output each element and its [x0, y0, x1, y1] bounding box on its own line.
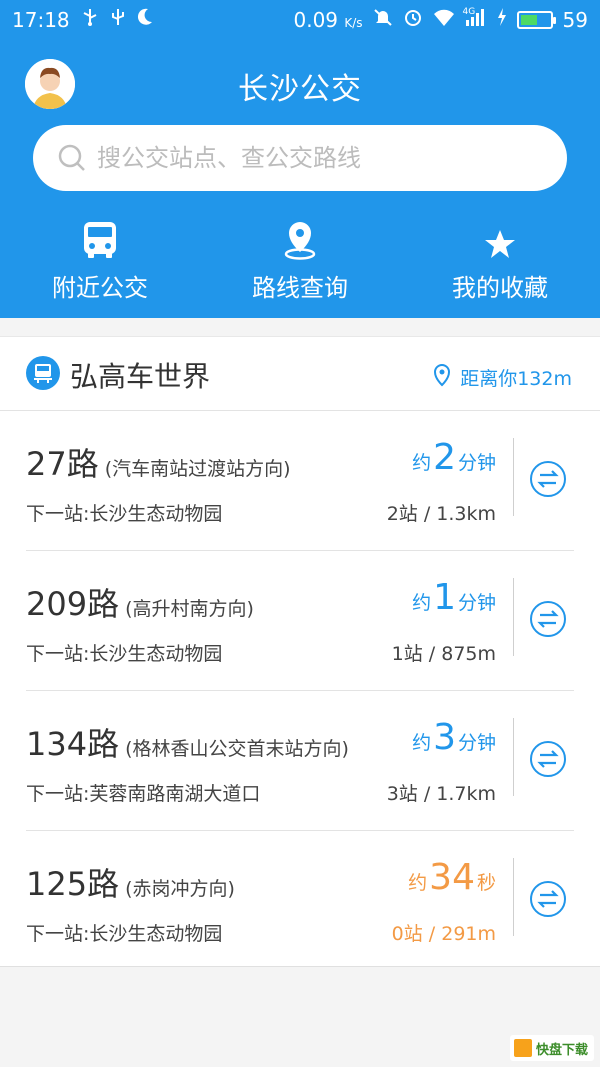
wifi-icon [433, 7, 455, 33]
switch-direction-icon[interactable] [530, 881, 566, 917]
search-input[interactable] [97, 144, 537, 172]
app-header: 17:18 0.09 K/s 4G 59 长沙公交 搜公交站点、查公交路线 附近… [0, 0, 600, 318]
nearby-stop-card: 弘高车世界 距离你132m 27路 (汽车南站过渡站方向) 下一站:长沙生态动物… [0, 336, 600, 967]
route-eta: 约 1 分钟 [412, 577, 496, 618]
route-item[interactable]: 27路 (汽车南站过渡站方向) 下一站:长沙生态动物园 约 2 分钟 2站 / 1.… [0, 411, 600, 551]
location-outline-icon [432, 363, 452, 392]
route-number: 27路 [26, 445, 99, 483]
route-direction: (汽车南站过渡站方向) [104, 458, 291, 480]
alarm-icon [403, 7, 423, 33]
moon-icon [136, 7, 154, 33]
next-stop: 下一站:长沙生态动物园 [26, 923, 223, 945]
switch-direction-icon[interactable] [530, 741, 566, 777]
route-direction: (格林香山公交首末站方向) [125, 738, 349, 760]
route-item[interactable]: 134路 (格林香山公交首末站方向) 下一站:芙蓉南路南湖大道口 约 3 分钟 3站… [0, 691, 600, 831]
route-eta: 约 2 分钟 [412, 437, 496, 478]
mute-icon [373, 7, 393, 33]
switch-direction-icon[interactable] [530, 461, 566, 497]
stops-distance: 1站 / 875m [391, 643, 496, 665]
stops-distance: 2站 / 1.3km [386, 503, 496, 525]
usb-icon [80, 7, 100, 33]
divider [513, 438, 514, 516]
nav-route-query[interactable]: 路线查询 [200, 222, 400, 312]
route-direction: (赤岗冲方向) [125, 878, 235, 900]
location-pin-icon [283, 220, 317, 264]
battery-icon [516, 11, 556, 29]
switch-direction-icon[interactable] [530, 601, 566, 637]
stop-header[interactable]: 弘高车世界 距离你132m [0, 337, 600, 411]
bus-icon [80, 220, 120, 264]
route-direction: (高升村南方向) [125, 598, 254, 620]
next-stop: 下一站:长沙生态动物园 [26, 503, 223, 525]
route-number: 209路 [26, 585, 120, 623]
route-item[interactable]: 209路 (高升村南方向) 下一站:长沙生态动物园 约 1 分钟 1站 / 875m [0, 551, 600, 691]
route-number: 134路 [26, 725, 120, 763]
battery-level: 59 [562, 8, 588, 32]
charging-icon [497, 7, 507, 33]
app-title: 长沙公交 [238, 72, 362, 107]
route-item[interactable]: 125路 (赤岗冲方向) 下一站:长沙生态动物园 约 34 秒 0站 / 291m [0, 831, 600, 971]
nav-favorites[interactable]: 我的收藏 [400, 222, 600, 312]
watermark-icon [514, 1039, 532, 1057]
star-icon [484, 228, 516, 264]
route-eta: 约 34 秒 [408, 857, 496, 898]
main-nav: 附近公交 路线查询 我的收藏 [0, 222, 600, 312]
stop-name: 弘高车世界 [70, 360, 211, 393]
usb-debug-icon [110, 7, 126, 33]
nav-label: 路线查询 [252, 274, 348, 302]
bus-stop-icon [26, 356, 60, 390]
divider [513, 858, 514, 936]
stops-distance: 3站 / 1.7km [386, 783, 496, 805]
nav-label: 我的收藏 [452, 274, 548, 302]
route-number: 125路 [26, 865, 120, 903]
divider [513, 578, 514, 656]
watermark-text: 快盘下载 [536, 1042, 589, 1058]
search-bar[interactable] [33, 125, 567, 191]
nav-nearby-bus[interactable]: 附近公交 [0, 222, 200, 312]
status-time: 17:18 [12, 8, 70, 32]
signal-icon: 4G [463, 7, 487, 33]
watermark-logo: 快盘下载 [510, 1035, 594, 1061]
net-speed: 0.09 K/s [293, 8, 363, 32]
next-stop: 下一站:芙蓉南路南湖大道口 [26, 783, 261, 805]
nav-label: 附近公交 [52, 274, 148, 302]
stops-distance: 0站 / 291m [391, 923, 496, 945]
stop-distance: 距离你132m [432, 363, 572, 392]
divider [513, 718, 514, 796]
route-eta: 约 3 分钟 [412, 717, 496, 758]
next-stop: 下一站:长沙生态动物园 [26, 643, 223, 665]
search-icon [57, 143, 87, 173]
status-bar: 17:18 0.09 K/s 4G 59 [0, 0, 600, 38]
